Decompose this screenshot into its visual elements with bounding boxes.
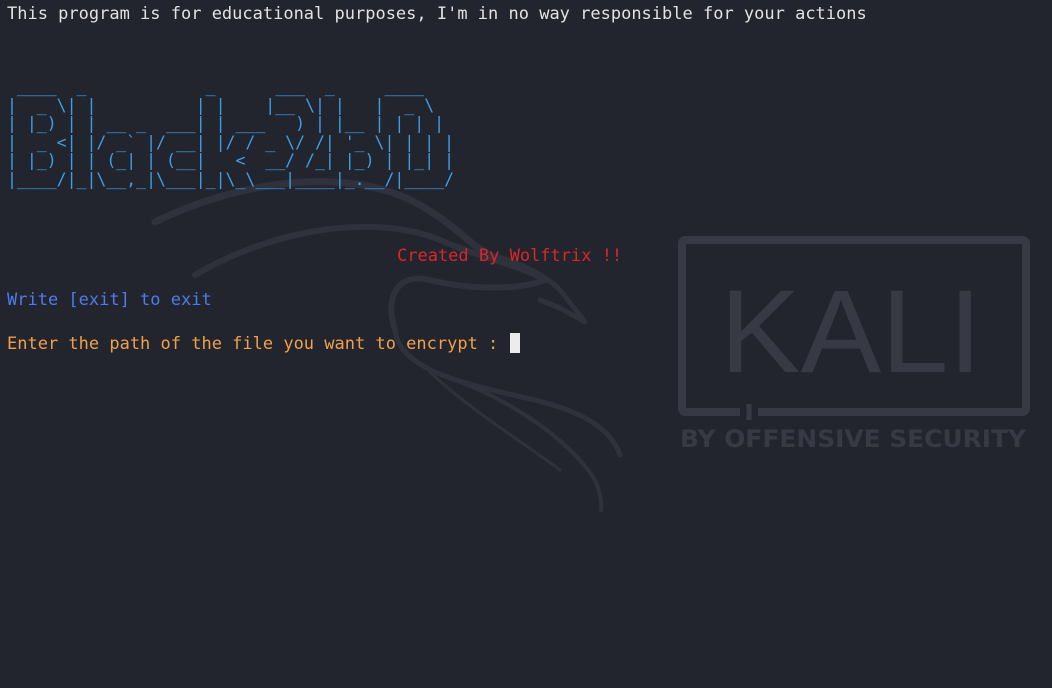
input-prompt-label: Enter the path of the file you want to e… <box>7 334 509 354</box>
ascii-banner: ____ _ _ ___ _ ____ | _ \| | | | |__ \| … <box>7 77 455 189</box>
ascii-banner-line: | |_) | | (_| | (__| < __/ /_| |_) | |_|… <box>7 151 455 170</box>
kali-watermark-text: KALI <box>720 266 982 398</box>
ascii-banner-line: | |_) | | __ _ ___| | ___ ) | |__ | | | … <box>7 114 445 133</box>
terminal-window[interactable]: KALI BY OFFENSIVE SECURITY This program … <box>0 0 1052 688</box>
exit-hint-text: Write [exit] to exit <box>7 290 212 310</box>
disclaimer-text: This program is for educational purposes… <box>7 4 867 24</box>
input-prompt-line[interactable]: Enter the path of the file you want to e… <box>7 333 520 355</box>
kali-watermark-tagline: BY OFFENSIVE SECURITY <box>680 425 1027 453</box>
text-cursor[interactable] <box>509 333 520 353</box>
ascii-banner-line: | _ \| | | | |__ \| | | _ \ <box>7 95 435 115</box>
ascii-banner-line: | _ <| |/ _` |/ __| |/ / _ \/ /| '_ \| |… <box>7 132 455 152</box>
ascii-banner-line: ____ _ _ ___ _ ____ <box>16 77 425 96</box>
credit-text: Created By Wolftrix !! <box>397 246 623 266</box>
ascii-banner-line: |____/|_|\__,_|\___|_|\_\___|____|_.__/|… <box>7 169 455 189</box>
